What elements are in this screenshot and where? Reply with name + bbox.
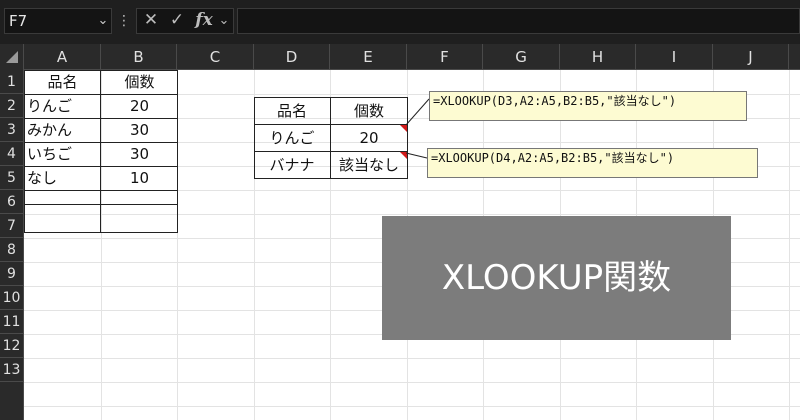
cell-e2[interactable]: 個数 (330, 99, 408, 123)
row-header-12[interactable]: 12 (0, 334, 24, 358)
column-header-c[interactable]: C (177, 44, 254, 70)
cell-a4[interactable]: いちご (24, 142, 101, 166)
row-header-4[interactable]: 4 (0, 142, 24, 166)
grid-line (789, 70, 790, 420)
insert-function-icon[interactable]: fx (192, 8, 216, 34)
row-header-5[interactable]: 5 (0, 166, 24, 190)
row-header-11[interactable]: 11 (0, 310, 24, 334)
grid-line (24, 358, 800, 359)
cell-a3[interactable]: みかん (24, 118, 101, 142)
select-all-icon (6, 51, 18, 63)
column-header-d[interactable]: D (254, 44, 330, 70)
table-border (254, 151, 408, 152)
column-header-h[interactable]: H (560, 44, 636, 70)
comment-marker[interactable] (400, 152, 407, 159)
grid-line (24, 382, 800, 383)
cell-b3[interactable]: 30 (101, 118, 178, 142)
cell-b2[interactable]: 20 (101, 94, 178, 118)
cell-b4[interactable]: 30 (101, 142, 178, 166)
column-header-b[interactable]: B (101, 44, 177, 70)
cell-d4[interactable]: バナナ (254, 153, 330, 177)
column-header-f[interactable]: F (407, 44, 483, 70)
row-header-1[interactable]: 1 (0, 70, 24, 94)
row-header-2[interactable]: 2 (0, 94, 24, 118)
table-border (24, 204, 178, 205)
cell-b1[interactable]: 個数 (101, 70, 178, 94)
chevron-down-icon[interactable]: ⌄ (215, 8, 233, 34)
column-header-j[interactable]: J (713, 44, 789, 70)
cell-e3[interactable]: 20 (330, 126, 408, 150)
cell-a2[interactable]: りんご (24, 94, 101, 118)
cell-a5[interactable]: なし (24, 166, 101, 190)
row-header-8[interactable]: 8 (0, 238, 24, 262)
row-header-14[interactable] (0, 382, 24, 420)
row-header-3[interactable]: 3 (0, 118, 24, 142)
cell-b5[interactable]: 10 (101, 166, 178, 190)
cancel-icon[interactable]: ✕ (140, 8, 162, 34)
row-header-13[interactable]: 13 (0, 358, 24, 382)
cell-e4[interactable]: 該当なし (330, 153, 408, 177)
column-header-i[interactable]: I (636, 44, 713, 70)
comment-box-e4[interactable]: =XLOOKUP(D4,A2:A5,B2:B5,"該当なし") (427, 148, 758, 178)
grid-line (24, 406, 800, 407)
table-border (254, 124, 408, 125)
cell-a1[interactable]: 品名 (24, 70, 101, 94)
confirm-icon[interactable]: ✓ (166, 8, 188, 34)
comment-box-e3[interactable]: =XLOOKUP(D3,A2:A5,B2:B5,"該当なし") (429, 91, 747, 121)
row-header-9[interactable]: 9 (0, 262, 24, 286)
column-header-g[interactable]: G (483, 44, 560, 70)
row-header-10[interactable]: 10 (0, 286, 24, 310)
cell-d3[interactable]: りんご (254, 126, 330, 150)
column-header-a[interactable]: A (24, 44, 101, 70)
cell-d2[interactable]: 品名 (254, 99, 330, 123)
table-border (24, 190, 178, 191)
more-icon[interactable]: ⋮ (117, 8, 131, 34)
row-header-7[interactable]: 7 (0, 214, 24, 238)
chevron-down-icon[interactable]: ⌄ (94, 8, 112, 34)
comment-marker[interactable] (400, 125, 407, 132)
row-header-6[interactable]: 6 (0, 190, 24, 214)
formula-input[interactable] (237, 8, 800, 34)
title-overlay: XLOOKUP関数 (382, 216, 731, 340)
column-header-e[interactable]: E (330, 44, 407, 70)
